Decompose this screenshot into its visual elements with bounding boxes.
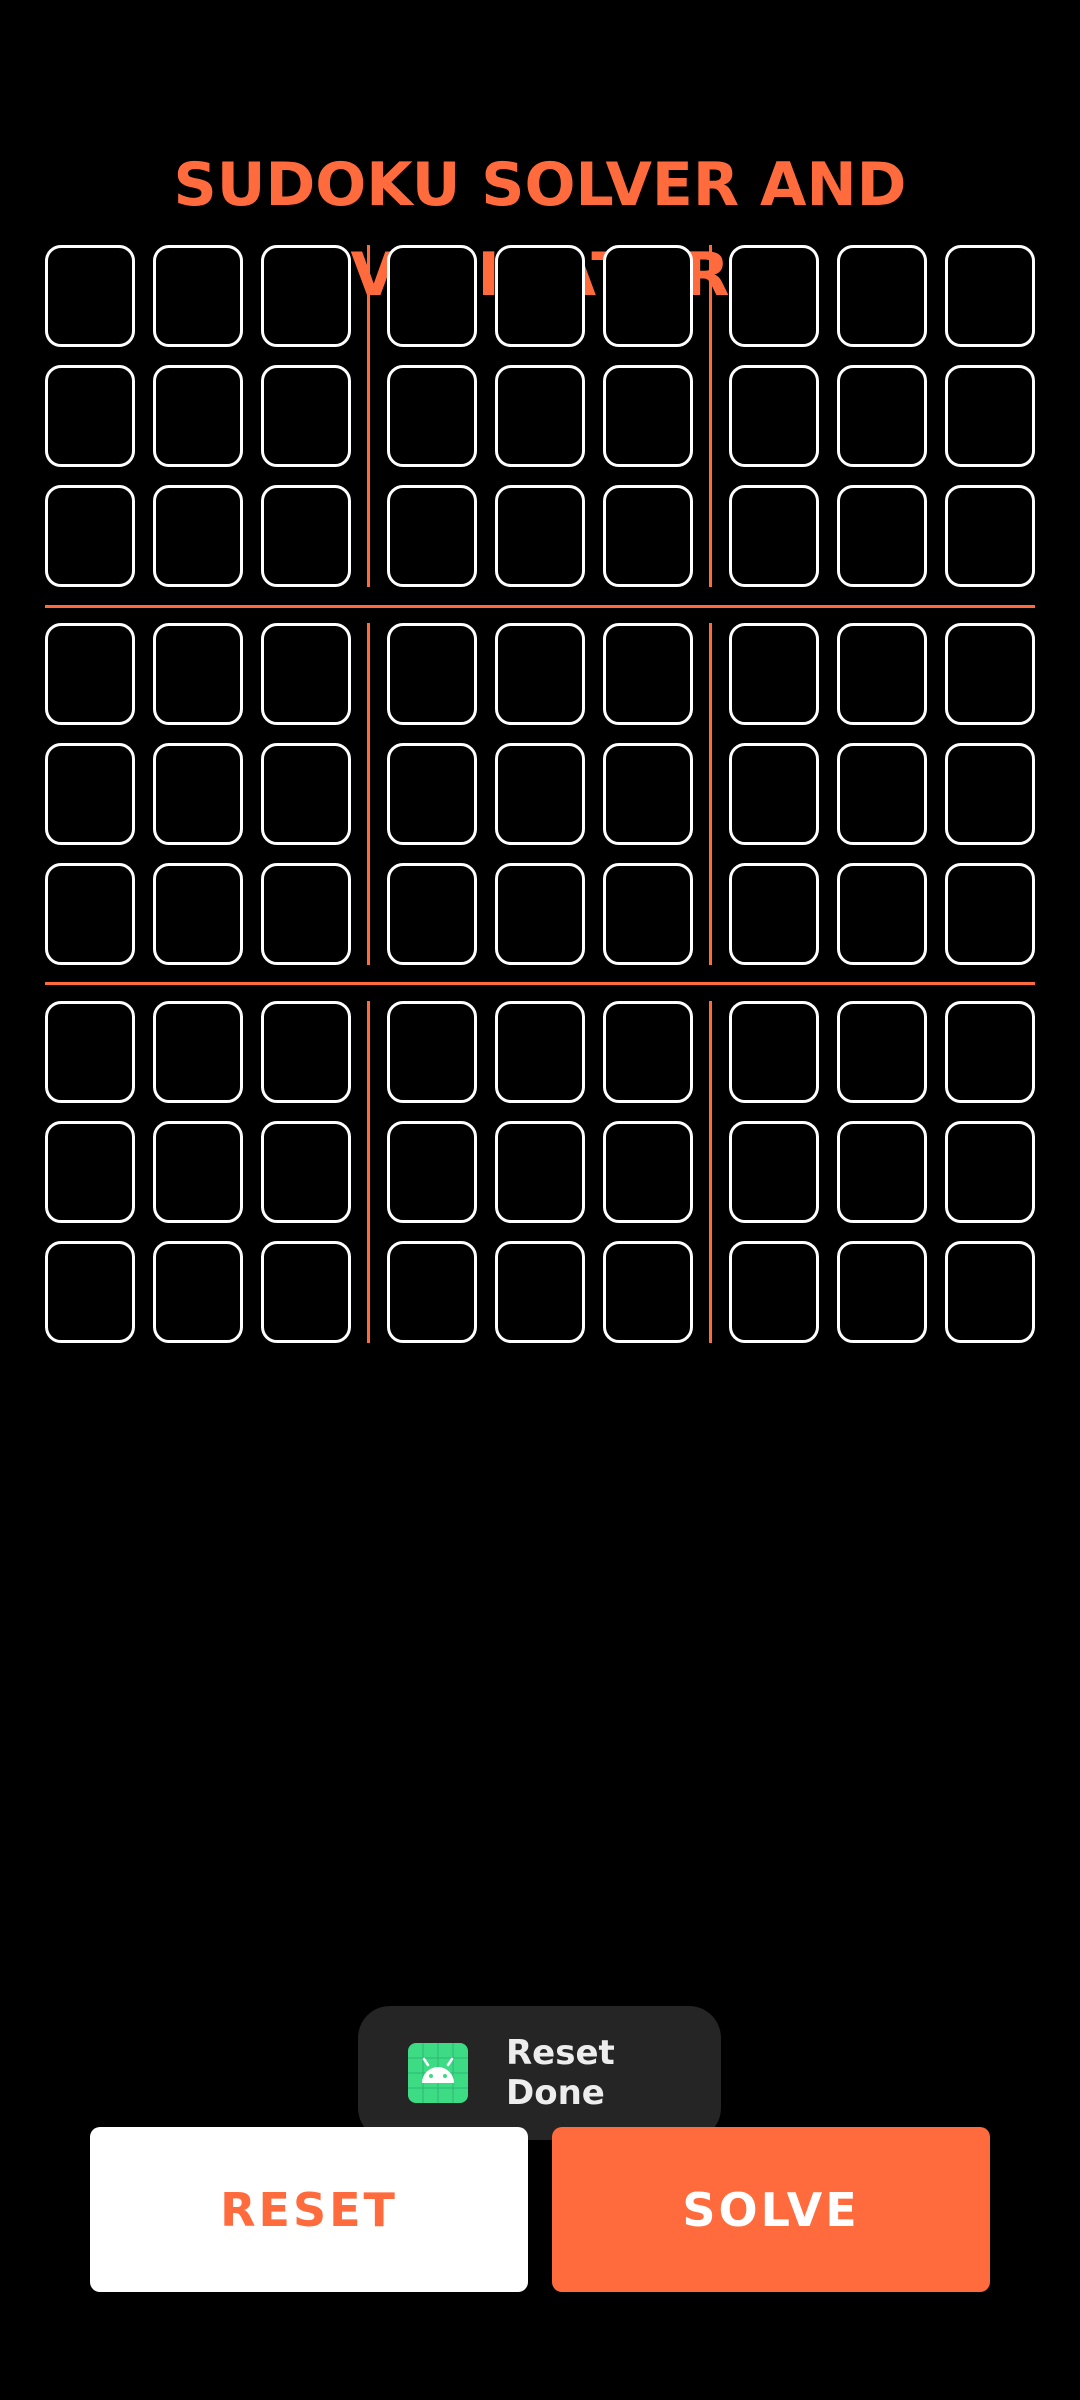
sudoku-cell-r4-c4[interactable] [387, 623, 477, 725]
sudoku-cell-r8-c3[interactable] [261, 1121, 351, 1223]
sudoku-cell-r2-c1[interactable] [45, 365, 135, 467]
sudoku-cell-r1-c6[interactable] [603, 245, 693, 347]
sudoku-cell-r3-c2[interactable] [153, 485, 243, 587]
sudoku-cell-r6-c4[interactable] [387, 863, 477, 965]
box-divider-vertical [709, 245, 712, 587]
box-divider-vertical [367, 623, 370, 965]
sudoku-cell-r2-c4[interactable] [387, 365, 477, 467]
sudoku-cell-r9-c5[interactable] [495, 1241, 585, 1343]
sudoku-cell-r8-c4[interactable] [387, 1121, 477, 1223]
sudoku-cell-r8-c5[interactable] [495, 1121, 585, 1223]
sudoku-cell-r5-c7[interactable] [729, 743, 819, 845]
sudoku-cell-r7-c4[interactable] [387, 1001, 477, 1103]
sudoku-cell-r5-c9[interactable] [945, 743, 1035, 845]
sudoku-cell-r6-c8[interactable] [837, 863, 927, 965]
sudoku-cell-r4-c6[interactable] [603, 623, 693, 725]
sudoku-cell-r9-c2[interactable] [153, 1241, 243, 1343]
sudoku-cell-r6-c6[interactable] [603, 863, 693, 965]
sudoku-cell-r7-c1[interactable] [45, 1001, 135, 1103]
sudoku-cell-r2-c3[interactable] [261, 365, 351, 467]
sudoku-cell-r8-c8[interactable] [837, 1121, 927, 1223]
sudoku-cell-r3-c4[interactable] [387, 485, 477, 587]
sudoku-cell-r9-c8[interactable] [837, 1241, 927, 1343]
sudoku-cell-r3-c1[interactable] [45, 485, 135, 587]
sudoku-cell-r2-c2[interactable] [153, 365, 243, 467]
sudoku-cell-r1-c3[interactable] [261, 245, 351, 347]
sudoku-cell-r2-c8[interactable] [837, 365, 927, 467]
sudoku-cell-r5-c5[interactable] [495, 743, 585, 845]
sudoku-cell-r9-c7[interactable] [729, 1241, 819, 1343]
box-divider-horizontal [45, 605, 1035, 608]
sudoku-cell-r3-c6[interactable] [603, 485, 693, 587]
sudoku-cell-r1-c7[interactable] [729, 245, 819, 347]
sudoku-cell-r7-c9[interactable] [945, 1001, 1035, 1103]
box-divider-vertical [709, 1001, 712, 1343]
sudoku-cell-r2-c9[interactable] [945, 365, 1035, 467]
sudoku-cell-r2-c7[interactable] [729, 365, 819, 467]
sudoku-cell-r4-c7[interactable] [729, 623, 819, 725]
sudoku-cell-r6-c9[interactable] [945, 863, 1035, 965]
sudoku-cell-r7-c8[interactable] [837, 1001, 927, 1103]
sudoku-cell-r1-c4[interactable] [387, 245, 477, 347]
sudoku-cell-r1-c1[interactable] [45, 245, 135, 347]
sudoku-cell-r3-c3[interactable] [261, 485, 351, 587]
sudoku-cell-r5-c6[interactable] [603, 743, 693, 845]
sudoku-cell-r3-c9[interactable] [945, 485, 1035, 587]
toast-reset-done: Reset Done [358, 2006, 721, 2140]
sudoku-cell-r6-c1[interactable] [45, 863, 135, 965]
sudoku-cell-r1-c2[interactable] [153, 245, 243, 347]
sudoku-cell-r9-c4[interactable] [387, 1241, 477, 1343]
sudoku-cell-r4-c9[interactable] [945, 623, 1035, 725]
box-divider-vertical [709, 623, 712, 965]
sudoku-cell-r1-c8[interactable] [837, 245, 927, 347]
sudoku-cell-r5-c4[interactable] [387, 743, 477, 845]
sudoku-cell-r6-c2[interactable] [153, 863, 243, 965]
sudoku-cell-r3-c5[interactable] [495, 485, 585, 587]
sudoku-cell-r1-c5[interactable] [495, 245, 585, 347]
reset-button[interactable]: RESET [90, 2127, 528, 2292]
sudoku-cell-r7-c5[interactable] [495, 1001, 585, 1103]
sudoku-cell-r7-c2[interactable] [153, 1001, 243, 1103]
sudoku-cell-r8-c7[interactable] [729, 1121, 819, 1223]
sudoku-cell-r5-c1[interactable] [45, 743, 135, 845]
toast-message: Reset Done [506, 2033, 615, 2113]
sudoku-cell-r6-c5[interactable] [495, 863, 585, 965]
sudoku-cell-r2-c5[interactable] [495, 365, 585, 467]
sudoku-cell-r8-c6[interactable] [603, 1121, 693, 1223]
sudoku-cell-r9-c3[interactable] [261, 1241, 351, 1343]
android-icon [408, 2043, 468, 2103]
sudoku-cell-r9-c9[interactable] [945, 1241, 1035, 1343]
sudoku-cell-r7-c6[interactable] [603, 1001, 693, 1103]
box-divider-vertical [367, 245, 370, 587]
sudoku-cell-r9-c6[interactable] [603, 1241, 693, 1343]
sudoku-cell-r3-c8[interactable] [837, 485, 927, 587]
sudoku-cell-r7-c7[interactable] [729, 1001, 819, 1103]
sudoku-cell-r7-c3[interactable] [261, 1001, 351, 1103]
sudoku-cell-r8-c9[interactable] [945, 1121, 1035, 1223]
sudoku-cell-r5-c3[interactable] [261, 743, 351, 845]
sudoku-cell-r4-c2[interactable] [153, 623, 243, 725]
sudoku-cell-r4-c5[interactable] [495, 623, 585, 725]
sudoku-cell-r9-c1[interactable] [45, 1241, 135, 1343]
sudoku-cell-r8-c2[interactable] [153, 1121, 243, 1223]
sudoku-cell-r4-c8[interactable] [837, 623, 927, 725]
sudoku-cell-r4-c1[interactable] [45, 623, 135, 725]
sudoku-cell-r5-c8[interactable] [837, 743, 927, 845]
sudoku-cell-r5-c2[interactable] [153, 743, 243, 845]
box-divider-vertical [367, 1001, 370, 1343]
sudoku-cell-r3-c7[interactable] [729, 485, 819, 587]
box-divider-horizontal [45, 982, 1035, 985]
solve-button[interactable]: SOLVE [552, 2127, 990, 2292]
sudoku-grid [45, 245, 1035, 1345]
sudoku-cell-r6-c7[interactable] [729, 863, 819, 965]
sudoku-cell-r8-c1[interactable] [45, 1121, 135, 1223]
sudoku-cell-r4-c3[interactable] [261, 623, 351, 725]
sudoku-cell-r2-c6[interactable] [603, 365, 693, 467]
sudoku-cell-r1-c9[interactable] [945, 245, 1035, 347]
sudoku-cell-r6-c3[interactable] [261, 863, 351, 965]
